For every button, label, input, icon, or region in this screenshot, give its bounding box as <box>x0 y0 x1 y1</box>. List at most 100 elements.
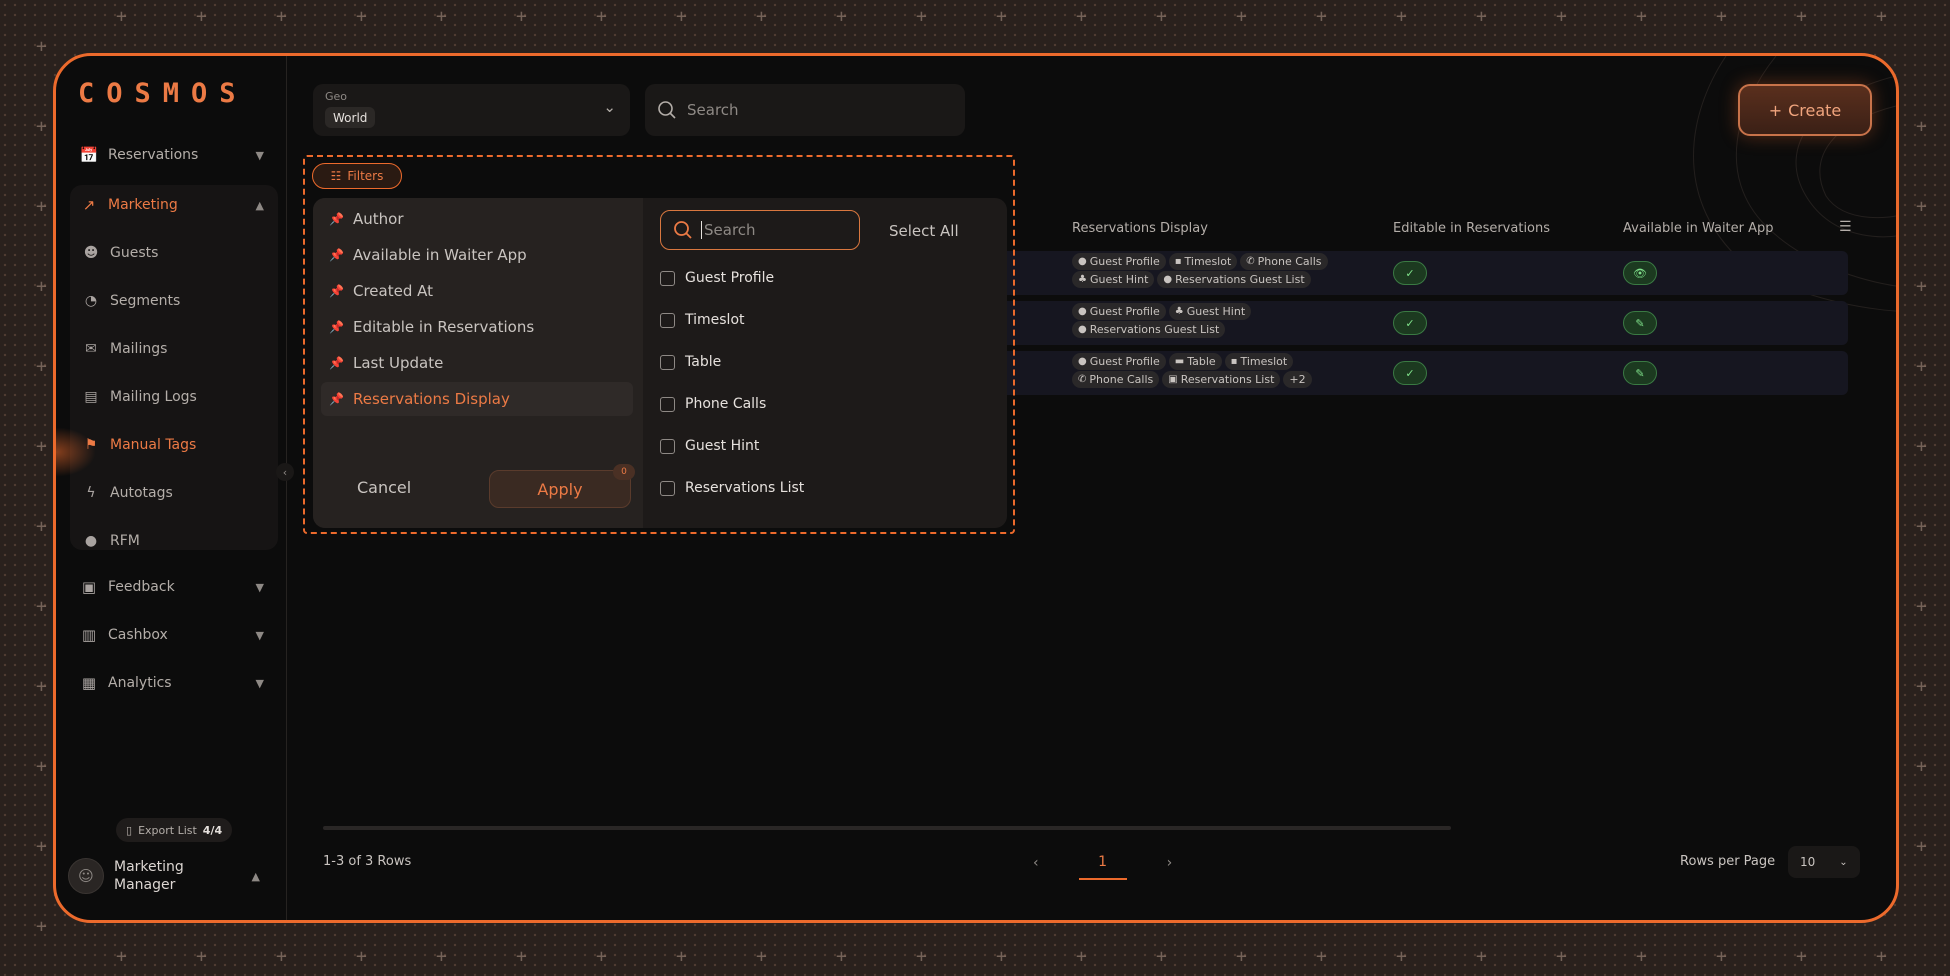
waiter-view-button[interactable]: 👁 <box>1623 261 1657 285</box>
user-icon: ● <box>1163 274 1173 285</box>
tag-label: Phone Calls <box>1257 255 1322 268</box>
tag-user-icon: ⚑ <box>84 437 98 453</box>
user-icon: ● <box>1078 256 1087 267</box>
filter-option-label: Timeslot <box>685 312 745 328</box>
tag-more-count[interactable]: +2 <box>1283 371 1312 388</box>
pin-icon: 📌 <box>329 320 344 334</box>
search-input[interactable]: Search <box>645 84 965 136</box>
rows-per-page-select[interactable]: 10 ⌄ <box>1788 846 1860 878</box>
user-icon: ● <box>1078 306 1087 317</box>
filter-column-created-at[interactable]: 📌 Created At <box>321 274 633 308</box>
tag-label: Table <box>1187 355 1216 368</box>
filter-option-label: Guest Hint <box>685 438 760 454</box>
pin-icon: 📌 <box>329 392 344 406</box>
editable-check-button[interactable]: ✓ <box>1393 361 1427 385</box>
filter-option-guest-hint[interactable]: Guest Hint <box>660 435 759 457</box>
sidebar-item-analytics[interactable]: ▦ Analytics ▼ <box>70 663 278 703</box>
bolt-icon: ϟ <box>86 485 96 501</box>
sidebar-item-label: Marketing <box>108 197 178 213</box>
filter-option-table[interactable]: Table <box>660 351 721 373</box>
filter-option-guest-profile[interactable]: Guest Profile <box>660 267 774 289</box>
sidebar-item-feedback[interactable]: ▣ Feedback ▼ <box>70 567 278 607</box>
filters-label: Filters <box>347 169 384 183</box>
hint-icon: ♣ <box>1174 306 1184 317</box>
create-button[interactable]: + Create <box>1738 84 1872 136</box>
sliders-icon: ☷ <box>330 169 342 183</box>
sidebar-sub-manual-tags[interactable]: ⚑ Manual Tags <box>70 425 278 465</box>
sidebar-item-cashbox[interactable]: ▥ Cashbox ▼ <box>70 615 278 655</box>
sidebar-sub-label: Mailings <box>110 341 168 357</box>
filter-column-author[interactable]: 📌 Author <box>321 202 633 236</box>
table-icon: ▬ <box>1174 356 1185 367</box>
collapse-sidebar-button[interactable]: ‹ <box>276 463 294 481</box>
export-label: Export List <box>138 823 197 837</box>
filter-option-label: Reservations List <box>685 480 805 496</box>
filter-column-reservations-display[interactable]: 📌 Reservations Display <box>321 382 633 416</box>
filter-option-label: Phone Calls <box>685 396 767 412</box>
filter-column-editable-in-reservations[interactable]: 📌 Editable in Reservations <box>321 310 633 344</box>
checkbox[interactable] <box>660 270 675 286</box>
editable-check-button[interactable]: ✓ <box>1393 261 1427 285</box>
tag-timeslot: ▪ Timeslot <box>1168 253 1238 270</box>
next-page-icon[interactable]: › <box>1167 855 1173 871</box>
tag-phone-calls: ✆ Phone Calls <box>1072 371 1160 388</box>
filter-option-phone-calls[interactable]: Phone Calls <box>660 393 766 415</box>
pin-icon: 📌 <box>329 248 344 262</box>
filter-column-last-update[interactable]: 📌 Last Update <box>321 346 633 380</box>
calendar-plus-icon: 📅 <box>79 146 99 164</box>
select-all-button[interactable]: Select All <box>889 222 959 240</box>
sidebar-sub-guests[interactable]: ☻ Guests <box>70 233 278 273</box>
sidebar-sub-mailing-logs[interactable]: ▤ Mailing Logs <box>70 377 278 417</box>
sidebar-item-marketing[interactable]: ↗ Marketing ▲ <box>70 185 278 225</box>
column-header-editable-in-reservations[interactable]: Editable in Reservations <box>1393 221 1550 236</box>
filter-column-label: Editable in Reservations <box>353 318 535 336</box>
plus-icon: + <box>1768 100 1783 120</box>
filter-column-label: Reservations Display <box>353 390 510 408</box>
tag-reservations-guest-list: ● Reservations Guest List <box>1072 321 1226 338</box>
column-header-reservations-display[interactable]: Reservations Display <box>1072 221 1208 236</box>
filter-option-timeslot[interactable]: Timeslot <box>660 309 745 331</box>
sidebar-item-reservations[interactable]: 📅 Reservations ▼ <box>70 135 278 175</box>
filter-column-list: 📌 Author 📌 Available in Waiter App 📌 Create… <box>313 198 643 528</box>
editable-check-button[interactable]: ✓ <box>1393 311 1427 335</box>
page-number[interactable]: 1 <box>1078 854 1127 880</box>
sidebar-sub-segments[interactable]: ◔ Segments <box>70 281 278 321</box>
waiter-edit-button[interactable]: ✎ <box>1623 311 1657 335</box>
sidebar-sub-label: Autotags <box>110 485 173 501</box>
filters-button[interactable]: ☷ Filters <box>312 163 402 189</box>
filter-option-reservations-list[interactable]: Reservations List <box>660 477 804 499</box>
prev-page-icon[interactable]: ‹ <box>1033 855 1039 871</box>
chat-icon: ▣ <box>81 578 97 596</box>
waiter-edit-button[interactable]: ✎ <box>1623 361 1657 385</box>
mail-icon: ✉ <box>85 341 97 357</box>
presentation-icon: ▦ <box>81 674 97 692</box>
checkbox[interactable] <box>660 354 675 370</box>
search-placeholder: Search <box>687 101 739 119</box>
tag-reservations-guest-list: ● Reservations Guest List <box>1157 271 1311 288</box>
filter-search-input[interactable]: Search <box>660 210 860 250</box>
tag-label: Guest Hint <box>1186 305 1246 318</box>
phone-icon: ✆ <box>1078 374 1087 385</box>
pie-icon: ◔ <box>84 293 98 309</box>
geo-select[interactable]: Geo World ⌄ <box>313 84 630 136</box>
filter-column-available-in-waiter-app[interactable]: 📌 Available in Waiter App <box>321 238 633 272</box>
sidebar-sub-label: Manual Tags <box>110 437 197 453</box>
chevron-down-icon: ⌄ <box>603 98 616 116</box>
checkbox[interactable] <box>660 396 675 412</box>
checkbox[interactable] <box>660 480 675 496</box>
file-icon: ▯ <box>126 823 133 837</box>
sidebar-sub-autotags[interactable]: ϟ Autotags <box>70 473 278 513</box>
export-list-button[interactable]: ▯ Export List 4/4 <box>116 818 233 842</box>
apply-button[interactable]: Apply <box>489 470 631 508</box>
checkbox[interactable] <box>660 312 675 328</box>
sidebar-sub-rfm[interactable]: ● RFM <box>70 521 278 561</box>
sidebar-item-label: Cashbox <box>108 627 168 643</box>
user-menu[interactable]: ☺ Marketing Manager ▲ <box>68 852 268 900</box>
column-settings-icon[interactable]: ☰ <box>1839 219 1852 235</box>
horizontal-scrollbar[interactable] <box>323 826 1451 830</box>
sidebar-sub-mailings[interactable]: ✉ Mailings <box>70 329 278 369</box>
checkbox[interactable] <box>660 438 675 454</box>
column-header-available-in-waiter-app[interactable]: Available in Waiter App <box>1623 221 1774 236</box>
filter-search-placeholder: Search <box>704 221 756 239</box>
cancel-button[interactable]: Cancel <box>357 478 411 497</box>
